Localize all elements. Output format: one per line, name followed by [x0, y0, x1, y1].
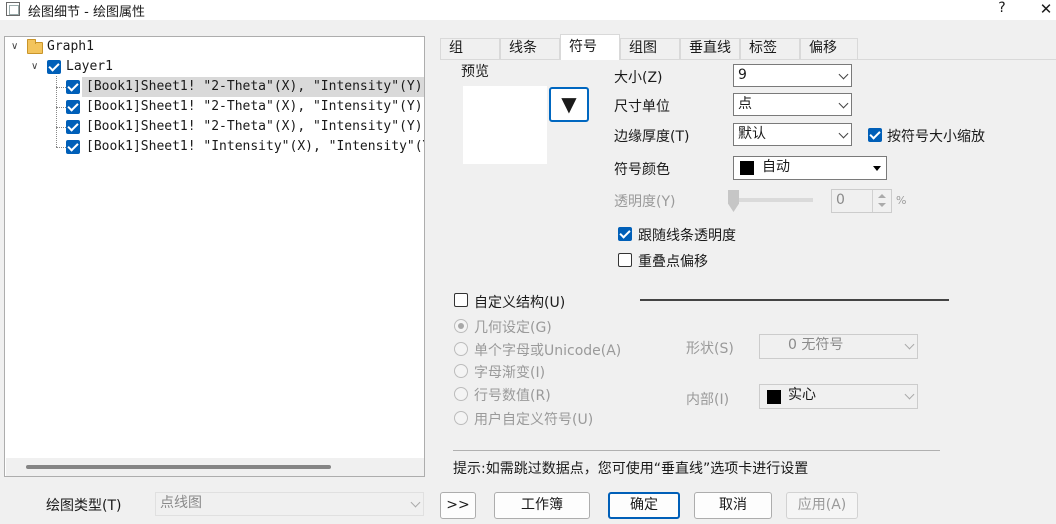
radio-char-increment-label[interactable]: 字母渐变(I) [474, 362, 545, 382]
tree-connector [56, 87, 66, 88]
follow-line-transparency-label[interactable]: 跟随线条透明度 [638, 225, 736, 245]
radio-char-increment[interactable] [454, 364, 468, 378]
tree-item-layer1[interactable]: Layer1 [66, 57, 113, 77]
custom-construction-label[interactable]: 自定义结构(U) [474, 292, 565, 312]
radio-geometric[interactable] [454, 319, 468, 333]
spin-up-icon[interactable] [878, 194, 886, 198]
shape-label: 形状(S) [686, 341, 734, 357]
tree-item-plot[interactable]: [Book1]Sheet1! "2-Theta"(X), "Intensity"… [86, 77, 424, 97]
folder-icon [27, 39, 43, 54]
layer1-checkbox[interactable] [47, 60, 61, 74]
chevron-down-icon [904, 389, 915, 400]
overlap-offset-label[interactable]: 重叠点偏移 [638, 251, 708, 271]
section-divider [640, 299, 949, 301]
preview-label: 预览 [461, 64, 489, 80]
percent-unit: % [896, 194, 907, 207]
plot-checkbox[interactable] [66, 120, 80, 134]
symbol-picker-button[interactable]: ▼ [549, 87, 589, 122]
tree-item-plot[interactable]: [Book1]Sheet1! "2-Theta"(X), "Intensity"… [86, 117, 424, 137]
unit-select[interactable]: 点 [733, 93, 852, 116]
plot-checkbox[interactable] [66, 140, 80, 154]
tab-label[interactable]: 标签 [740, 38, 800, 59]
tab-line[interactable]: 线条 [500, 38, 560, 59]
edge-thickness-value: 默认 [738, 126, 766, 142]
window-icon [6, 2, 20, 16]
radio-user-defined[interactable] [454, 411, 468, 425]
tree-connector [56, 107, 66, 108]
transparency-value: 0 [836, 192, 845, 208]
dropdown-triangle-icon [873, 166, 881, 171]
symbol-color-value: 自动 [762, 159, 790, 175]
unit-label: 尺寸单位 [614, 99, 670, 115]
overlap-offset-checkbox[interactable] [618, 253, 632, 267]
radio-single-char[interactable] [454, 342, 468, 356]
chevron-down-icon [838, 98, 849, 109]
tab-drop-lines[interactable]: 垂直线 [680, 38, 740, 59]
symbol-color-label: 符号颜色 [614, 162, 670, 178]
radio-row-number[interactable] [454, 387, 468, 401]
radio-geometric-label[interactable]: 几何设定(G) [474, 317, 552, 337]
plot-checkbox[interactable] [66, 80, 80, 94]
edge-thickness-combo[interactable]: 默认 [733, 123, 852, 146]
edge-thickness-label: 边缘厚度(T) [614, 129, 690, 145]
radio-row-number-label[interactable]: 行号数值(R) [474, 385, 551, 405]
radio-user-defined-label[interactable]: 用户自定义符号(U) [474, 409, 593, 429]
color-swatch [740, 161, 754, 175]
tree-item-graph1[interactable]: Graph1 [47, 37, 94, 57]
transparency-spinner[interactable]: 0 [831, 189, 892, 213]
symbol-color-dropdown[interactable]: 自动 [733, 156, 887, 180]
collapse-chevron-icon[interactable]: ∨ [31, 62, 41, 72]
custom-construction-checkbox[interactable] [454, 293, 468, 307]
shape-select[interactable]: 0 无符号 [759, 334, 918, 359]
interior-swatch [767, 390, 781, 404]
expand-button[interactable]: >> [440, 492, 476, 519]
spin-down-icon[interactable] [878, 203, 886, 207]
chevron-down-icon [904, 339, 915, 350]
spinner-arrows[interactable] [872, 190, 891, 212]
tab-offset[interactable]: 偏移 [800, 38, 858, 59]
tree-connector [56, 127, 66, 128]
interior-select[interactable]: 实心 [759, 384, 918, 409]
chevron-down-icon [410, 497, 421, 508]
interior-label: 内部(I) [686, 392, 730, 408]
title-bar [0, 0, 1056, 20]
scale-with-size-checkbox[interactable] [868, 128, 882, 142]
workbook-button[interactable]: 工作簿 [494, 492, 590, 519]
plot-type-select[interactable]: 点线图 [155, 492, 424, 516]
chevron-down-icon [838, 69, 849, 80]
tree-item-plot[interactable]: [Book1]Sheet1! "Intensity"(X), "Intensit… [86, 137, 424, 157]
scale-with-size-label[interactable]: 按符号大小缩放 [887, 126, 985, 146]
size-combo[interactable]: 9 [733, 64, 852, 87]
size-value: 9 [738, 67, 747, 83]
hint-divider [453, 450, 940, 451]
hint-text: 提示:如需跳过数据点，您可使用“垂直线”选项卡进行设置 [453, 461, 809, 477]
transparency-slider-track[interactable] [733, 198, 813, 202]
interior-value: 实心 [788, 387, 816, 403]
size-label: 大小(Z) [614, 70, 663, 86]
tree-connector [56, 147, 66, 148]
tab-symbol[interactable]: 符号 [560, 34, 620, 60]
ok-button[interactable]: 确定 [608, 492, 680, 519]
tree-item-plot[interactable]: [Book1]Sheet1! "2-Theta"(X), "Intensity"… [86, 97, 424, 117]
chevron-down-icon [838, 128, 849, 139]
plot-type-label: 绘图类型(T) [46, 498, 122, 514]
collapse-chevron-icon[interactable]: ∨ [11, 42, 21, 52]
help-button[interactable]: ? [992, 0, 1012, 16]
tab-subgroup[interactable]: 组图 [620, 38, 680, 59]
tab-group[interactable]: 组 [440, 38, 500, 59]
symbol-preview [463, 86, 547, 164]
apply-button[interactable]: 应用(A) [786, 492, 858, 519]
transparency-label: 透明度(Y) [614, 194, 676, 210]
plot-type-value: 点线图 [160, 495, 202, 511]
cancel-button[interactable]: 取消 [694, 492, 772, 519]
scrollbar-thumb[interactable] [26, 465, 331, 469]
window-title: 绘图细节 - 绘图属性 [28, 5, 145, 20]
radio-single-char-label[interactable]: 单个字母或Unicode(A) [474, 340, 621, 360]
follow-line-transparency-checkbox[interactable] [618, 227, 632, 241]
close-button[interactable]: ✕ [1036, 0, 1056, 18]
unit-value: 点 [738, 96, 752, 112]
plot-checkbox[interactable] [66, 100, 80, 114]
shape-value: 0 无符号 [788, 337, 844, 353]
